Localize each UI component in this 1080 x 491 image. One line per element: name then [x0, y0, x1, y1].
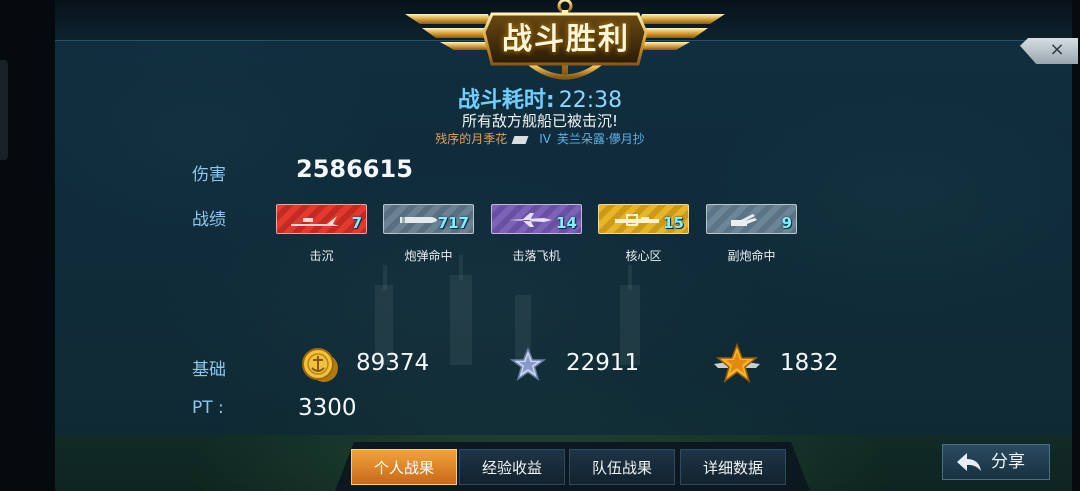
pt-label: PT : — [192, 398, 224, 418]
ship-name: 芙兰朵露·儚月抄 — [556, 132, 645, 146]
base-label: 基础 — [192, 360, 226, 380]
stat-caption: 击沉 — [309, 249, 334, 263]
stat-tile-secondary-hits[interactable]: 9 — [706, 204, 797, 234]
share-label: 分享 — [991, 452, 1025, 472]
tab-detailed-data[interactable]: 详细数据 — [680, 449, 786, 485]
aircraft-icon — [508, 213, 552, 227]
ship-type-icon — [511, 135, 529, 144]
damage-label: 伤害 — [192, 165, 226, 185]
left-edge — [0, 0, 55, 491]
stat-tile-citadel[interactable]: 15 — [598, 204, 689, 234]
stat-value: 14 — [556, 214, 577, 232]
gold-star-icon — [714, 342, 760, 383]
share-button[interactable]: 分享 — [942, 444, 1050, 480]
right-edge — [1072, 0, 1080, 491]
stat-value: 9 — [781, 214, 792, 232]
sinking-ship-icon — [291, 216, 339, 226]
stat-value: 7 — [351, 214, 362, 232]
stat-value: 15 — [663, 214, 684, 232]
share-arrow-icon — [957, 453, 981, 471]
close-icon: × — [1049, 39, 1065, 60]
ship-rank: IV — [539, 132, 551, 146]
tab-team-results[interactable]: 队伍战果 — [569, 449, 675, 485]
pt-value: 3300 — [298, 395, 357, 421]
damage-value: 2586615 — [296, 155, 413, 183]
player-name: 残序的月季花 — [435, 132, 508, 146]
record-label: 战绩 — [192, 210, 226, 230]
citadel-icon — [615, 214, 659, 226]
victory-title: 战斗胜利 — [502, 22, 630, 57]
coin-icon — [302, 348, 338, 382]
tab-personal-results[interactable]: 个人战果 — [351, 449, 457, 485]
stat-tile-aircraft[interactable]: 14 — [491, 204, 582, 234]
silver-xp-value: 22911 — [566, 350, 640, 376]
secondary-gun-icon — [731, 214, 757, 226]
stat-tile-shell-hits[interactable]: 717 — [383, 204, 474, 234]
result-message: 所有敌方舰船已被击沉! — [461, 112, 618, 130]
stat-value: 717 — [437, 214, 469, 232]
stat-caption: 核心区 — [625, 249, 662, 263]
stat-caption: 副炮命中 — [727, 249, 776, 263]
stat-tile-sinkings[interactable]: 7 — [276, 204, 367, 234]
stat-caption: 炮弹命中 — [404, 249, 453, 263]
stat-caption: 击落飞机 — [512, 249, 561, 263]
gold-xp-value: 1832 — [780, 350, 839, 376]
coins-value: 89374 — [356, 350, 430, 376]
tab-experience[interactable]: 经验收益 — [459, 449, 565, 485]
silver-star-icon — [509, 347, 547, 381]
player-info: 残序的月季花 IV 芙兰朵露·儚月抄 — [0, 130, 1080, 147]
